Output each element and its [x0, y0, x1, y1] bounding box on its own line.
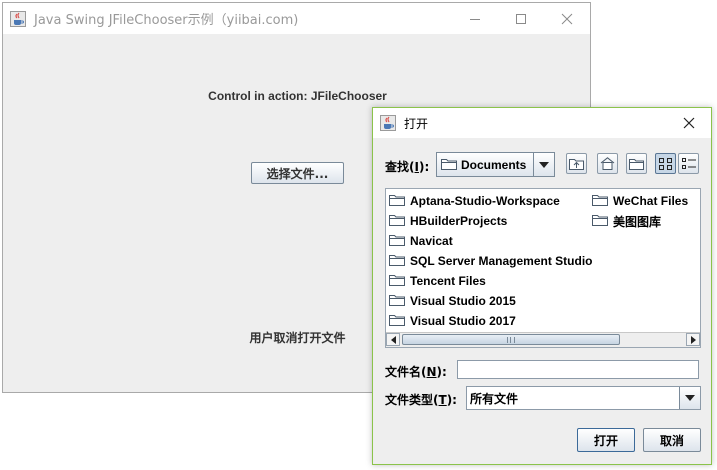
lookin-combo[interactable]: Documents [436, 152, 555, 177]
file-item[interactable]: Visual Studio 2015 [389, 291, 516, 311]
folder-icon [592, 193, 608, 209]
filetype-label: 文件类型(T): [385, 393, 457, 407]
choose-file-button[interactable]: 选择文件... [251, 162, 344, 184]
file-item[interactable]: SQL Server Management Studio [389, 251, 593, 271]
file-item[interactable]: Aptana-Studio-Workspace [389, 191, 560, 211]
home-icon [600, 157, 615, 170]
home-button[interactable] [597, 153, 618, 174]
chevron-down-icon[interactable] [533, 153, 554, 176]
file-item[interactable]: Visual Studio 2017 [389, 311, 516, 331]
folder-icon [389, 313, 405, 329]
window-title: Java Swing JFileChooser示例（yiibai.com) [34, 13, 299, 28]
filetype-combo[interactable]: 所有文件 [466, 386, 701, 410]
list-view-button[interactable] [655, 153, 676, 174]
minimize-button[interactable] [452, 3, 498, 34]
file-item[interactable]: HBuilderProjects [389, 211, 507, 231]
file-item[interactable]: Navicat [389, 231, 453, 251]
folder-icon [389, 193, 405, 209]
main-titlebar[interactable]: Java Swing JFileChooser示例（yiibai.com) [3, 3, 590, 34]
maximize-button[interactable] [498, 3, 544, 34]
close-button[interactable] [544, 3, 590, 34]
lookin-label: 查找(I): [385, 160, 430, 174]
header-label: Control in action: JFileChooser [208, 89, 387, 103]
filetype-value: 所有文件 [470, 391, 519, 406]
up-folder-button[interactable] [566, 153, 587, 174]
scroll-left-icon[interactable] [386, 333, 400, 346]
up-folder-icon [569, 159, 584, 170]
java-coffee-icon [10, 10, 26, 27]
horizontal-scrollbar[interactable] [386, 332, 700, 347]
new-folder-button[interactable] [626, 153, 647, 174]
grip-icon [507, 336, 515, 343]
folder-icon [389, 233, 405, 249]
details-view-button[interactable] [678, 153, 699, 174]
folder-icon [389, 213, 405, 229]
maximize-icon [516, 13, 526, 24]
close-icon [683, 117, 695, 129]
details-view-icon [681, 157, 696, 169]
java-coffee-icon [380, 115, 396, 131]
new-folder-icon [629, 159, 644, 170]
chevron-down-icon[interactable] [679, 387, 700, 409]
folder-icon [441, 157, 457, 173]
dialog-close-button[interactable] [667, 108, 711, 138]
open-button[interactable]: 打开 [577, 428, 635, 452]
file-item[interactable]: 美图图库 [592, 211, 661, 231]
scroll-thumb[interactable] [402, 334, 620, 345]
minimize-icon [470, 18, 480, 20]
file-list[interactable]: Aptana-Studio-Workspace HBuilderProjects… [385, 188, 701, 348]
folder-icon [389, 293, 405, 309]
dialog-title: 打开 [404, 116, 429, 131]
file-item[interactable]: Tencent Files [389, 271, 486, 291]
dialog-titlebar[interactable]: 打开 [373, 108, 711, 138]
folder-icon [592, 213, 608, 229]
folder-icon [389, 273, 405, 289]
file-chooser-dialog: 打开 查找(I): Documents Aptana-Studio-Worksp… [372, 107, 712, 465]
scroll-right-icon[interactable] [686, 333, 700, 346]
filename-field[interactable] [457, 360, 699, 379]
list-view-icon [658, 157, 672, 170]
lookin-value: Documents [461, 157, 527, 172]
folder-icon [389, 253, 405, 269]
file-item[interactable]: WeChat Files [592, 191, 688, 211]
cancel-button[interactable]: 取消 [643, 428, 701, 452]
close-icon [561, 13, 573, 24]
filename-label: 文件名(N): [385, 365, 447, 379]
